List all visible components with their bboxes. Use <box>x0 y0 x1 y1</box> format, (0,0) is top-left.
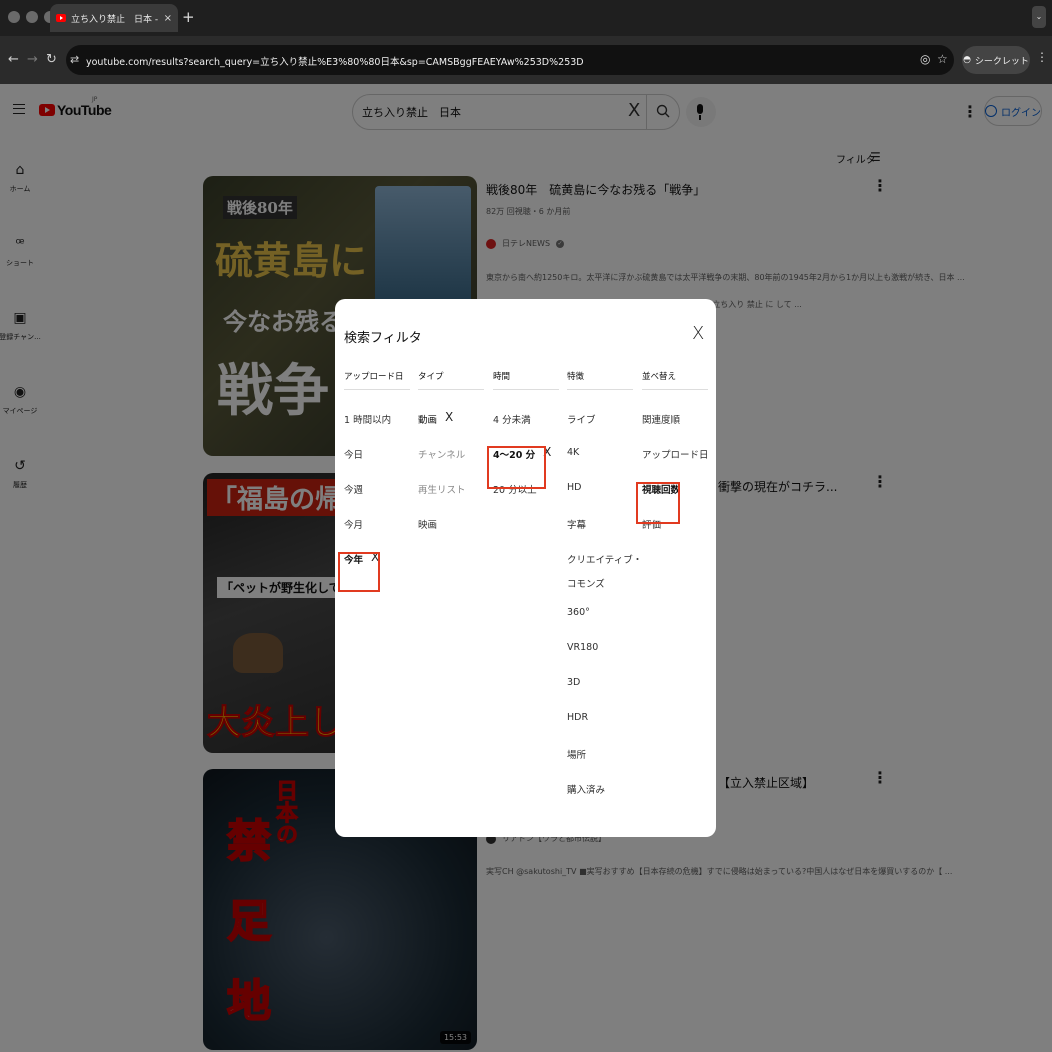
column-header: アップロード日 <box>344 372 404 382</box>
remove-filter-icon[interactable]: X <box>445 411 453 423</box>
option-label: 動画 <box>418 415 438 426</box>
minimize-window-dot[interactable] <box>26 11 38 23</box>
option-label: 映画 <box>418 520 438 531</box>
option-label: 360° <box>567 607 590 618</box>
column-header: タイプ <box>418 372 444 382</box>
url-text[interactable]: youtube.com/results?search_query=立ち入り禁止%… <box>86 54 584 68</box>
dialog-title: 検索フィルタ <box>344 331 422 346</box>
sort-option-rating[interactable]: 評価 <box>642 517 708 552</box>
option-label: 20 分以上 <box>493 485 537 496</box>
option-label: 今年 <box>344 555 364 566</box>
option-label: 場所 <box>567 750 587 761</box>
option-label: 購入済み <box>567 785 606 796</box>
option-label: 再生リスト <box>418 485 466 496</box>
browser-tab-bar: 立ち入り禁止 日本 - YouTube × + ⌄ <box>0 0 1052 36</box>
option-label: 4K <box>567 447 580 458</box>
filter-option-under-4-min[interactable]: 4 分未満 <box>493 412 559 447</box>
incognito-badge[interactable]: ◓ シークレット <box>962 46 1030 74</box>
option-label: 1 時間以内 <box>344 415 392 426</box>
filter-option-purchased[interactable]: 購入済み <box>567 782 633 817</box>
forward-icon[interactable]: → <box>27 52 38 67</box>
column-divider <box>493 389 559 390</box>
filter-option-vr180[interactable]: VR180 <box>567 642 633 677</box>
tab-search-button[interactable]: ⌄ <box>1032 6 1046 28</box>
option-label: 3D <box>567 677 581 688</box>
features-column: 特徴 ライブ 4K HD 字幕 クリエイティブ・ コモンズ 360° VR180… <box>567 369 642 817</box>
option-label: 視聴回数 <box>642 485 681 496</box>
option-label: 今月 <box>344 520 364 531</box>
tracking-protection-icon[interactable]: ◎ <box>920 52 930 66</box>
filter-option-last-hour[interactable]: 1 時間以内 <box>344 412 410 447</box>
filter-option-today[interactable]: 今日 <box>344 447 410 482</box>
sort-option-view-count[interactable]: 視聴回数 <box>642 482 708 517</box>
option-label: アップロード日 <box>642 450 709 461</box>
remove-filter-icon[interactable]: X <box>543 446 551 458</box>
window-controls[interactable] <box>8 11 56 23</box>
option-label: 今日 <box>344 450 364 461</box>
filter-option-this-month[interactable]: 今月 <box>344 517 410 552</box>
option-label: ライブ <box>567 415 596 426</box>
option-label: HD <box>567 482 582 493</box>
column-divider <box>344 389 410 390</box>
back-icon[interactable]: ← <box>8 52 19 67</box>
option-label: 字幕 <box>567 520 587 531</box>
option-label: 4 分未満 <box>493 415 531 426</box>
incognito-label: シークレット <box>974 56 1029 67</box>
tab-close-icon[interactable]: × <box>164 13 172 24</box>
option-label: 関連度順 <box>642 415 681 426</box>
column-divider <box>418 389 484 390</box>
filter-option-3d[interactable]: 3D <box>567 677 633 712</box>
incognito-icon: ◓ <box>963 55 971 65</box>
sort-column: 並べ替え 関連度順 アップロード日 視聴回数 評価 <box>642 369 709 552</box>
column-header: 特徴 <box>567 372 585 382</box>
filter-option-this-year[interactable]: 今年 X <box>344 551 410 587</box>
filter-option-hdr[interactable]: HDR <box>567 712 633 747</box>
filter-option-hd[interactable]: HD <box>567 482 633 517</box>
type-column: タイプ 動画 X チャンネル 再生リスト 映画 <box>418 369 484 552</box>
upload-date-column: アップロード日 1 時間以内 今日 今週 今月 今年 X <box>344 369 410 587</box>
filter-option-playlist: 再生リスト <box>418 482 484 517</box>
remove-filter-icon[interactable]: X <box>371 551 379 563</box>
filter-option-over-20-min[interactable]: 20 分以上 <box>493 482 559 517</box>
bookmark-star-icon[interactable]: ☆ <box>937 52 948 66</box>
tab-title: 立ち入り禁止 日本 - YouTube <box>71 14 159 25</box>
column-divider <box>567 389 633 390</box>
browser-tab[interactable]: 立ち入り禁止 日本 - YouTube × <box>50 4 178 32</box>
option-label: 今週 <box>344 485 364 496</box>
option-label: クリエイティブ・ <box>567 555 643 566</box>
filter-option-4k[interactable]: 4K <box>567 447 633 482</box>
sort-option-relevance[interactable]: 関連度順 <box>642 412 708 447</box>
filter-option-movie[interactable]: 映画 <box>418 517 484 552</box>
close-dialog-icon[interactable]: X <box>692 323 704 344</box>
filter-option-creative-commons[interactable]: クリエイティブ・ コモンズ <box>567 552 642 607</box>
filter-option-location[interactable]: 場所 <box>567 747 633 782</box>
option-label: コモンズ <box>567 579 605 590</box>
column-divider <box>642 389 708 390</box>
new-tab-button[interactable]: + <box>182 8 195 26</box>
option-label: VR180 <box>567 642 599 653</box>
column-header: 並べ替え <box>642 372 677 382</box>
option-label: 4～20 分 <box>493 450 536 461</box>
option-label: チャンネル <box>418 450 466 461</box>
filter-option-subtitles[interactable]: 字幕 <box>567 517 633 552</box>
reload-icon[interactable]: ↻ <box>46 52 57 67</box>
youtube-favicon-icon <box>56 14 66 22</box>
close-window-dot[interactable] <box>8 11 20 23</box>
search-filter-dialog: 検索フィルタ X アップロード日 1 時間以内 今日 今週 今月 今年 X タイ… <box>335 299 716 837</box>
filter-option-4-20-min[interactable]: 4～20 分 X <box>493 446 559 482</box>
browser-menu-icon[interactable]: ⋮ <box>1036 50 1048 64</box>
column-header: 時間 <box>493 372 511 382</box>
filter-option-this-week[interactable]: 今週 <box>344 482 410 517</box>
option-label: HDR <box>567 712 589 723</box>
sort-option-upload-date[interactable]: アップロード日 <box>642 447 709 482</box>
filter-option-video[interactable]: 動画 X <box>418 411 484 447</box>
duration-column: 時間 4 分未満 4～20 分 X 20 分以上 <box>493 369 559 517</box>
filter-option-360[interactable]: 360° <box>567 607 633 642</box>
site-info-icon[interactable]: ⇄ <box>70 53 79 66</box>
filter-option-live[interactable]: ライブ <box>567 412 633 447</box>
option-label: 評価 <box>642 520 662 531</box>
filter-option-channel: チャンネル <box>418 447 484 482</box>
